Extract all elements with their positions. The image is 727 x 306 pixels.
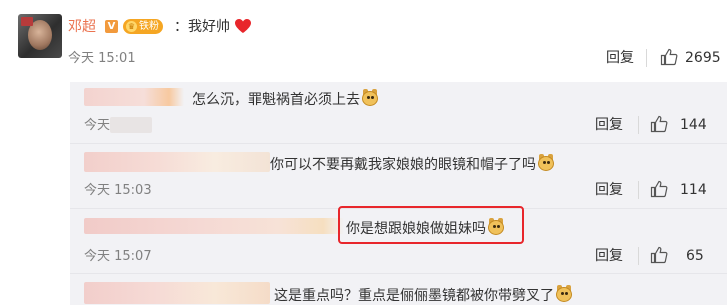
divider — [638, 181, 639, 199]
like-count: 65 — [686, 248, 704, 264]
reply-time: 今天 15:07 — [84, 249, 152, 264]
avatar-mark — [21, 17, 33, 26]
like-thumb-icon[interactable] — [650, 115, 668, 133]
doge-emoji-icon — [360, 88, 380, 108]
fan-badge-icon: ♛ — [126, 21, 137, 32]
comment-text: ：我好帅 — [174, 17, 252, 37]
like-thumb-icon[interactable] — [650, 180, 668, 198]
divider — [638, 116, 639, 134]
like-thumb-icon[interactable] — [650, 246, 668, 264]
reply-body: 这是重点吗？重点是俪俪墨镜都被你带劈叉了 — [274, 288, 554, 304]
like-count: 144 — [680, 117, 707, 133]
reply-button[interactable]: 回复 — [595, 116, 623, 134]
divider — [646, 49, 647, 67]
author-avatar[interactable] — [18, 14, 62, 58]
heart-icon — [235, 19, 252, 33]
like-count: 114 — [680, 182, 707, 198]
reply-button[interactable]: 回复 — [595, 247, 623, 265]
highlight-box — [338, 206, 524, 244]
like-thumb-icon[interactable] — [660, 48, 678, 66]
reply-time: 今天 15:03 — [84, 183, 152, 198]
reply-button[interactable]: 回复 — [606, 49, 634, 67]
blurred-username — [84, 152, 270, 172]
reply-text: 你可以不要再戴我家娘娘的眼镜和帽子了吗 — [270, 153, 556, 175]
replies-panel: 怎么沉，罪魁祸首必须上去 今天 15:0? 回复 144 你可以不要再戴我家娘娘… — [70, 82, 727, 305]
blurred-time — [110, 117, 152, 133]
comment-colon: ： — [174, 19, 188, 35]
divider — [70, 143, 727, 144]
reply-button[interactable]: 回复 — [595, 181, 623, 199]
divider — [638, 247, 639, 265]
blurred-username — [84, 218, 344, 234]
reply-text: 这是重点吗？重点是俪俪墨镜都被你带劈叉了 — [274, 284, 574, 306]
reply-body: 你可以不要再戴我家娘娘的眼镜和帽子了吗 — [270, 157, 536, 173]
blurred-username — [84, 282, 270, 304]
blurred-username — [84, 88, 184, 106]
reply-text: 怎么沉，罪魁祸首必须上去 — [192, 88, 380, 110]
author-name[interactable]: 邓超 — [68, 17, 96, 37]
comment-time: 今天 15:01 — [68, 51, 136, 66]
fan-badge: ♛ 铁粉 — [123, 19, 163, 34]
verified-badge-icon: V — [105, 20, 118, 33]
like-count: 2695 — [685, 50, 721, 66]
divider — [70, 273, 727, 274]
reply-body: 怎么沉，罪魁祸首必须上去 — [192, 92, 360, 108]
doge-emoji-icon — [536, 153, 556, 173]
doge-emoji-icon — [554, 284, 574, 304]
fan-badge-label: 铁粉 — [139, 21, 159, 32]
comment-body: 我好帅 — [188, 19, 230, 35]
